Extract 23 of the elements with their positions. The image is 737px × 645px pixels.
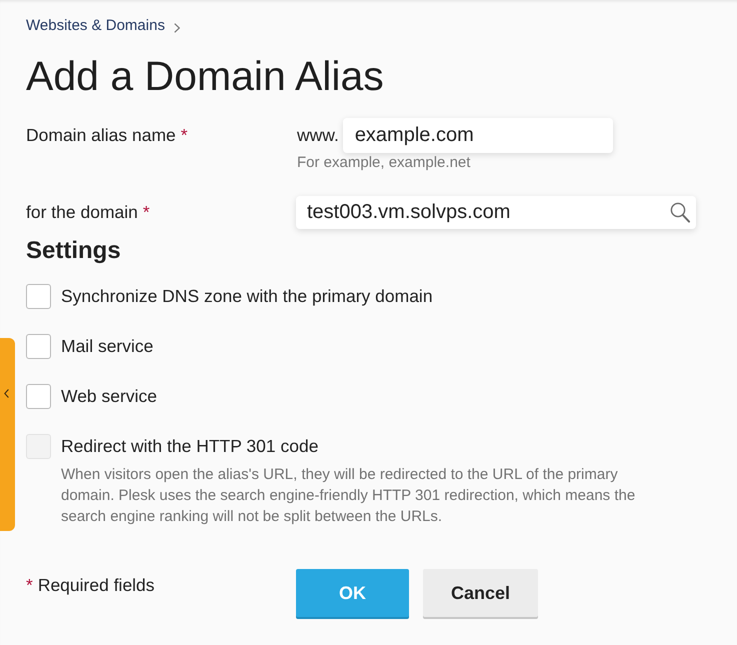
checkbox[interactable]	[26, 284, 51, 309]
chevron-left-icon	[4, 388, 8, 398]
checkbox-label: Mail service	[61, 335, 154, 358]
input-field[interactable]: example.com	[342, 118, 613, 153]
field-label: Domain alias name *	[26, 124, 189, 147]
field-label: for the domain *	[26, 201, 151, 224]
checkbox[interactable]	[26, 334, 51, 359]
cancel-button[interactable]: Cancel	[423, 569, 538, 617]
field-hint: For example, example.net	[297, 154, 472, 172]
checkbox-label: Synchronize DNS zone with the primary domain	[61, 285, 433, 308]
checkbox-label: Web service	[61, 385, 157, 408]
page-title: Add a Domain Alias	[26, 52, 385, 100]
checkbox-label: Redirect with the HTTP 301 code	[61, 435, 318, 458]
search-icon[interactable]	[670, 202, 690, 223]
sidebar-toggle[interactable]	[0, 338, 15, 531]
search-field[interactable]: test003.vm.solvps.com	[296, 196, 696, 229]
breadcrumb-link[interactable]: Websites & Domains	[26, 17, 165, 35]
checkbox[interactable]	[26, 384, 51, 409]
option-description: When visitors open the alias's URL, they will be redirected to the URL of the primary domain. Plesk uses the search engine-friendly HTTP 301 redirection, which means the search engine ranking will not be split between the URLs.	[61, 465, 636, 527]
required-fields-note: * Required fields	[26, 574, 156, 597]
prefix-label: www.	[297, 124, 339, 147]
chevron-right-icon	[174, 22, 180, 32]
section-title: Settings	[26, 236, 122, 266]
